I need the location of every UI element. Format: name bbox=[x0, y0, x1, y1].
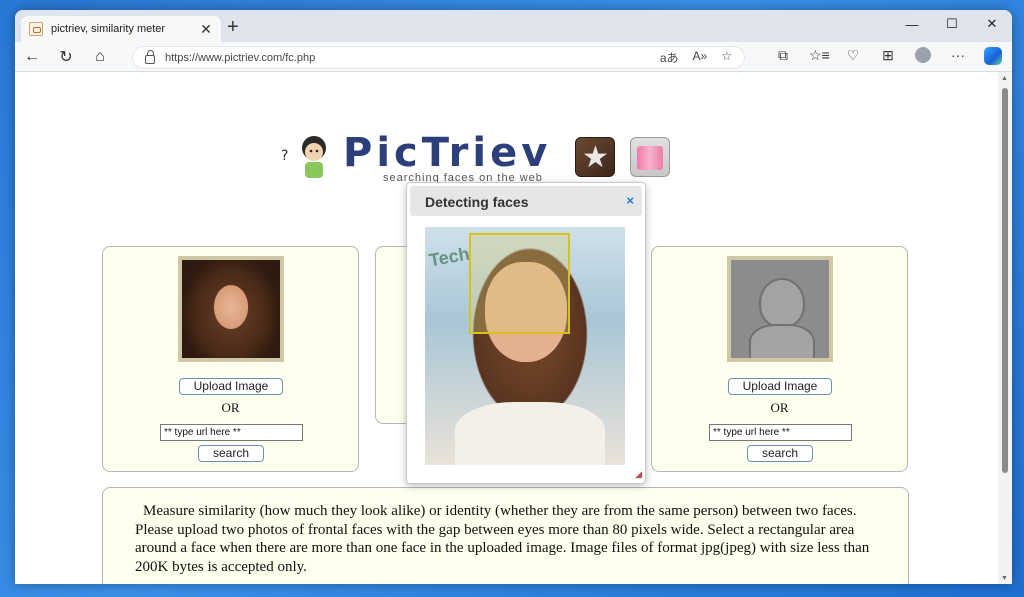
middle-result-panel bbox=[375, 246, 410, 424]
logo-title: PicTriev bbox=[343, 130, 552, 176]
dialog-close-icon[interactable]: × bbox=[626, 193, 634, 208]
screenshot-icon[interactable]: ⊞ bbox=[879, 47, 897, 68]
right-or-label: OR bbox=[770, 400, 789, 415]
left-face-photo bbox=[182, 260, 280, 358]
url-text[interactable]: https://www.pictriev.com/fc.php bbox=[165, 52, 660, 64]
tab-pictriev[interactable]: pictriev, similarity meter ✕ bbox=[21, 16, 221, 42]
left-url-input[interactable] bbox=[160, 424, 303, 441]
left-upload-button[interactable]: Upload Image bbox=[179, 378, 283, 395]
photo-shirt bbox=[455, 402, 605, 465]
description-panel: Measure similarity (how much they look a… bbox=[102, 487, 909, 584]
maximize-button[interactable]: ☐ bbox=[932, 10, 972, 38]
description-text: Measure similarity (how much they look a… bbox=[135, 503, 870, 575]
resize-handle-icon[interactable]: ◢ bbox=[635, 469, 642, 480]
right-face-panel: Upload Image OR search bbox=[651, 246, 908, 472]
favorite-star-icon[interactable]: ☆ bbox=[721, 49, 732, 66]
page-viewport: ? PicTriev searching faces on the web Up… bbox=[15, 72, 998, 584]
close-window-button[interactable]: ✕ bbox=[972, 10, 1012, 38]
tab-strip: pictriev, similarity meter ✕ + — ☐ ✕ bbox=[15, 10, 1012, 42]
star-app-icon[interactable] bbox=[575, 137, 615, 177]
window-controls: — ☐ ✕ bbox=[892, 10, 1012, 42]
read-aloud-icon[interactable]: A» bbox=[693, 49, 708, 66]
translate-icon[interactable]: aあ bbox=[660, 49, 679, 66]
more-menu-icon[interactable]: ··· bbox=[949, 47, 967, 68]
dialog-title: Detecting faces bbox=[425, 194, 529, 210]
scrollbar-thumb[interactable] bbox=[1002, 88, 1008, 473]
pink-app-icon[interactable] bbox=[630, 137, 670, 177]
favorites-icon[interactable]: ☆≡ bbox=[809, 47, 830, 68]
uploaded-face-photo[interactable]: Tech bbox=[425, 227, 625, 465]
scroll-down-icon[interactable]: ▼ bbox=[1001, 575, 1008, 582]
svg-text:?: ? bbox=[281, 148, 288, 164]
dialog-header[interactable]: Detecting faces × bbox=[410, 186, 642, 216]
back-button[interactable]: ← bbox=[15, 48, 49, 66]
right-upload-button[interactable]: Upload Image bbox=[728, 378, 832, 395]
right-placeholder-photo bbox=[731, 260, 829, 358]
mascot-icon: ? bbox=[281, 136, 326, 178]
lock-icon[interactable] bbox=[145, 50, 155, 64]
left-face-panel: Upload Image OR search bbox=[102, 246, 359, 472]
tab-title: pictriev, similarity meter bbox=[51, 23, 166, 35]
tab-close-icon[interactable]: ✕ bbox=[199, 21, 213, 38]
left-or-label: OR bbox=[221, 400, 240, 415]
right-url-input[interactable] bbox=[709, 424, 852, 441]
address-bar[interactable]: https://www.pictriev.com/fc.php aあ A» ☆ bbox=[132, 46, 745, 69]
extensions-icon[interactable]: ⧉ bbox=[774, 47, 792, 68]
profile-avatar[interactable] bbox=[914, 47, 932, 68]
right-search-button[interactable]: search bbox=[747, 445, 813, 462]
browser-toolbar: ← ↻ ⌂ https://www.pictriev.com/fc.php aあ… bbox=[15, 42, 1012, 72]
browser-essentials-icon[interactable]: ♡ bbox=[844, 47, 862, 68]
minimize-button[interactable]: — bbox=[892, 10, 932, 38]
new-tab-button[interactable]: + bbox=[227, 17, 239, 37]
left-photo-frame bbox=[178, 256, 284, 362]
toolbar-right: ⧉ ☆≡ ♡ ⊞ ··· bbox=[774, 47, 1002, 68]
vertical-scrollbar[interactable]: ▲ ▼ bbox=[998, 72, 1012, 584]
scroll-up-icon[interactable]: ▲ bbox=[1001, 75, 1008, 82]
left-search-button[interactable]: search bbox=[198, 445, 264, 462]
home-button[interactable]: ⌂ bbox=[83, 48, 117, 66]
face-selection-box[interactable] bbox=[469, 233, 570, 334]
pictriev-favicon-icon bbox=[29, 22, 43, 36]
browser-window: pictriev, similarity meter ✕ + — ☐ ✕ ← ↻… bbox=[15, 10, 1012, 584]
right-photo-frame bbox=[727, 256, 833, 362]
copilot-icon[interactable] bbox=[984, 47, 1002, 68]
reload-button[interactable]: ↻ bbox=[49, 47, 83, 67]
detecting-faces-dialog: Detecting faces × Tech ◢ bbox=[406, 182, 646, 484]
